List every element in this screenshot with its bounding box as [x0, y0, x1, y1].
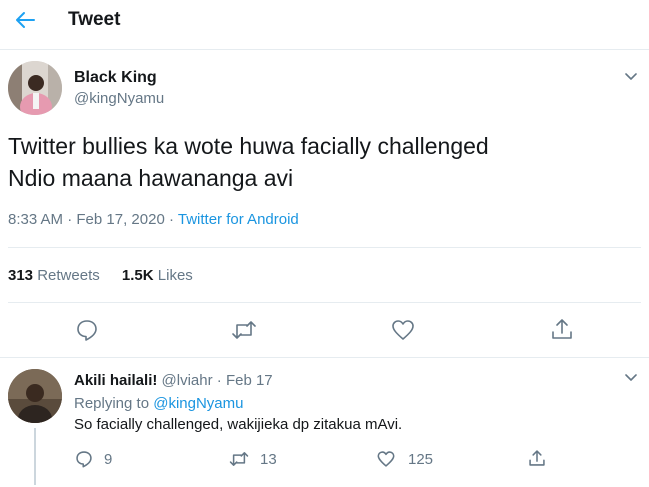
reply-like-button[interactable]: 125 [376, 449, 433, 469]
reply-retweet-button[interactable]: 13 [228, 449, 277, 469]
actions-divider [0, 357, 649, 358]
reply-separator: · [216, 372, 222, 389]
reply-author-avatar[interactable] [8, 369, 62, 423]
header-divider [0, 49, 649, 50]
tweet-meta: 8:33 AM · Feb 17, 2020 · Twitter for And… [8, 210, 299, 230]
reply-text: So facially challenged, wakijieka dp zit… [74, 416, 403, 433]
tweet-text: Twitter bullies ka wote huwa facially ch… [8, 130, 489, 194]
tweet-date[interactable]: Feb 17, 2020 [76, 211, 164, 228]
tweet-source-link[interactable]: Twitter for Android [178, 211, 299, 228]
replying-to-label: Replying to [74, 395, 150, 412]
likes-count: 1.5K [121, 267, 154, 284]
reply-author-name[interactable]: Akili hailali! [74, 372, 157, 389]
heart-icon [392, 320, 414, 340]
reply-count: 9 [104, 450, 113, 468]
reply-button[interactable] [74, 317, 100, 343]
arrow-left-icon [16, 12, 35, 28]
tweet-text-line-1: Twitter bullies ka wote huwa facially ch… [8, 133, 489, 159]
replying-to: Replying to @kingNyamu [74, 394, 243, 414]
likes-label: Likes [157, 267, 193, 284]
replying-to-handle[interactable]: @kingNyamu [153, 395, 243, 412]
reply-share-button[interactable] [527, 448, 547, 468]
reply-author-handle[interactable]: @lviahr [162, 372, 213, 389]
retweet-count: 13 [260, 450, 277, 468]
reply-reply-button[interactable]: 9 [74, 449, 112, 469]
author-handle[interactable]: @kingNyamu [74, 89, 164, 109]
tweet-text-line-2: Ndio maana hawananga avi [8, 165, 294, 191]
meta-separator: · [168, 211, 174, 228]
stats-divider [8, 302, 641, 303]
chevron-down-icon [625, 374, 637, 381]
share-icon [552, 319, 572, 339]
reply-icon [76, 451, 92, 468]
thread-line [34, 428, 36, 485]
reply-menu-button[interactable] [622, 369, 640, 385]
reply-icon [77, 320, 97, 341]
retweet-button[interactable] [230, 317, 258, 343]
chevron-down-icon [625, 73, 637, 80]
page-title: Tweet [68, 9, 121, 30]
share-button[interactable] [549, 316, 575, 342]
reply-date[interactable]: Feb 17 [226, 372, 273, 389]
tweet-time[interactable]: 8:33 AM [8, 211, 63, 228]
back-button[interactable] [12, 8, 38, 32]
author-avatar[interactable] [8, 61, 62, 115]
meta-separator: · [67, 211, 73, 228]
retweet-icon [229, 452, 249, 466]
likes-stat[interactable]: 1.5K Likes [122, 267, 193, 284]
retweets-count: 313 [8, 267, 34, 284]
like-button[interactable] [390, 317, 416, 343]
author-name[interactable]: Black King [74, 68, 157, 88]
meta-divider [8, 247, 641, 248]
heart-icon [377, 451, 395, 467]
retweets-stat[interactable]: 313 Retweets [8, 267, 104, 284]
tweet-stats: 313 Retweets 1.5K Likes [8, 266, 193, 286]
retweets-label: Retweets [37, 267, 100, 284]
retweet-icon [232, 321, 256, 339]
like-count: 125 [408, 450, 434, 468]
reply-header: Akili hailali! @lviahr · Feb 17 [74, 371, 273, 391]
share-icon [529, 450, 545, 466]
tweet-menu-button[interactable] [622, 68, 640, 84]
